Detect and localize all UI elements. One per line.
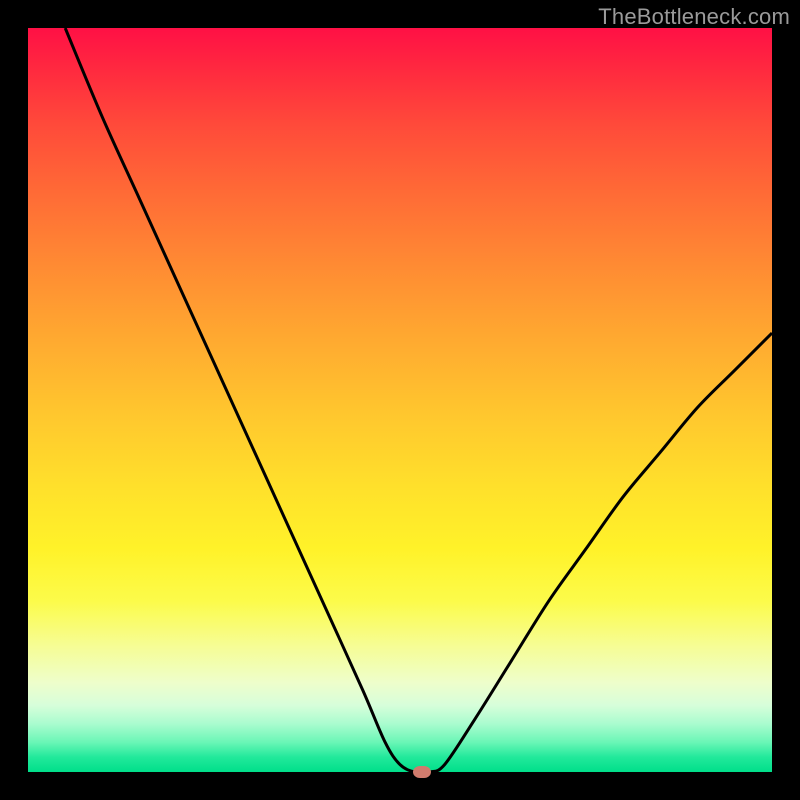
optimal-point-marker [413,766,431,778]
bottleneck-curve [28,28,772,772]
chart-frame: TheBottleneck.com [0,0,800,800]
plot-area [28,28,772,772]
watermark-label: TheBottleneck.com [598,4,790,30]
